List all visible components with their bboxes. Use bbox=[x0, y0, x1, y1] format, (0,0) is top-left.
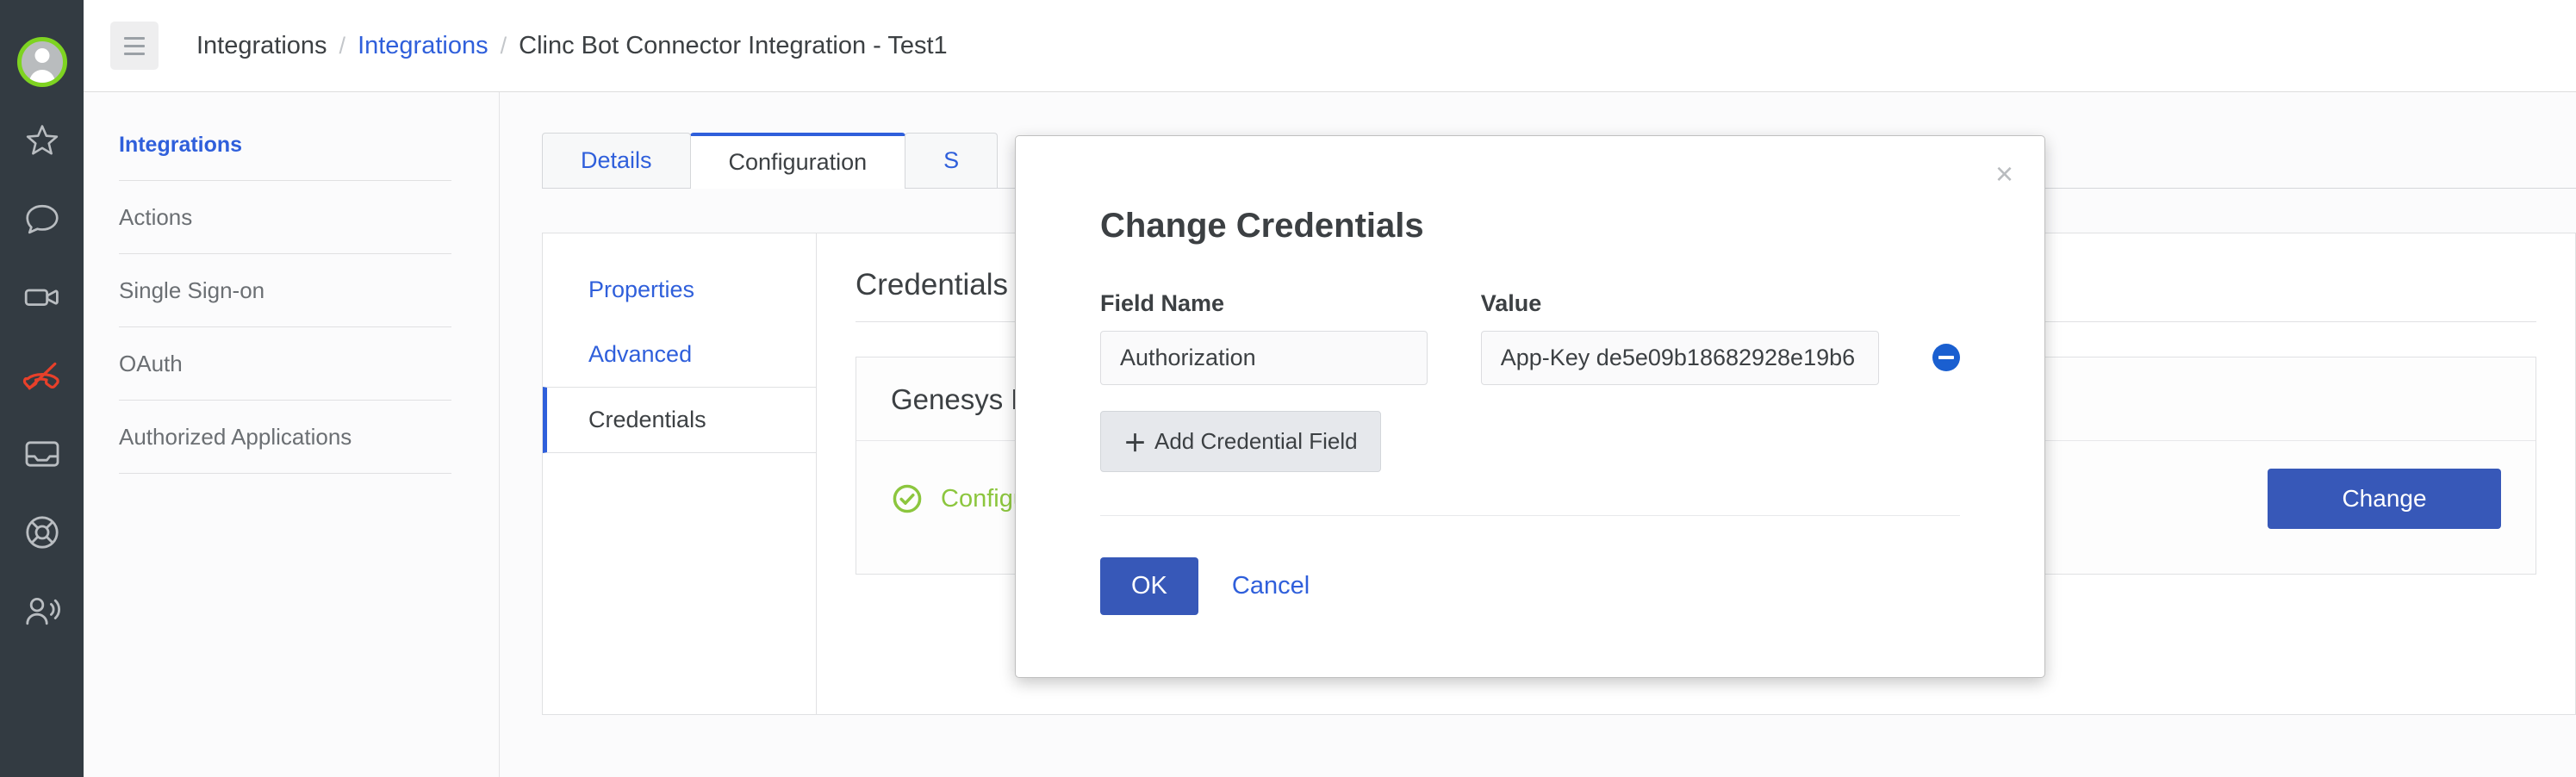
remove-circle-icon[interactable] bbox=[1932, 344, 1960, 371]
secondary-nav-heading: Integrations bbox=[119, 133, 451, 181]
rail-item-directory[interactable] bbox=[0, 571, 84, 650]
app-root: Integrations / Integrations / Clinc Bot … bbox=[0, 0, 2576, 777]
star-icon bbox=[26, 124, 58, 154]
plus-icon: ＋ bbox=[1123, 431, 1147, 457]
value-input[interactable] bbox=[1480, 331, 1879, 385]
secondary-nav: Integrations Actions Single Sign-on OAut… bbox=[84, 92, 500, 777]
inbox-icon bbox=[25, 440, 59, 467]
tab-setup[interactable]: S bbox=[905, 133, 999, 188]
add-credential-field-label: Add Credential Field bbox=[1154, 428, 1358, 454]
breadcrumb-separator: / bbox=[500, 32, 507, 59]
hamburger-icon[interactable] bbox=[110, 22, 159, 70]
value-label: Value bbox=[1480, 290, 1542, 316]
sidebar-item-single-sign-on[interactable]: Single Sign-on bbox=[119, 254, 451, 327]
breadcrumb: Integrations / Integrations / Clinc Bot … bbox=[196, 32, 948, 60]
primary-icon-rail bbox=[0, 0, 84, 777]
rail-item-support[interactable] bbox=[0, 493, 84, 571]
close-icon[interactable]: × bbox=[1995, 159, 2013, 190]
rail-item-end-call[interactable] bbox=[0, 336, 84, 414]
dialog-title: Change Credentials bbox=[1100, 207, 1424, 245]
sub-nav-item-properties[interactable]: Properties bbox=[543, 258, 816, 322]
field-name-label: Field Name bbox=[1100, 290, 1225, 316]
form-header-row: Field Name Value bbox=[1100, 290, 1960, 385]
field-name-column: Field Name bbox=[1100, 290, 1428, 385]
breadcrumb-separator: / bbox=[339, 32, 346, 59]
sidebar-item-actions[interactable]: Actions bbox=[119, 181, 451, 254]
breadcrumb-item-root[interactable]: Integrations bbox=[196, 32, 327, 60]
cancel-button[interactable]: Cancel bbox=[1232, 572, 1310, 600]
change-credentials-dialog: × Change Credentials Field Name Value ＋ … bbox=[1015, 135, 2045, 678]
video-camera-icon bbox=[24, 289, 59, 306]
add-credential-field-button[interactable]: ＋ Add Credential Field bbox=[1100, 411, 1381, 472]
top-bar: Integrations / Integrations / Clinc Bot … bbox=[84, 0, 2576, 92]
change-button[interactable]: Change bbox=[2268, 469, 2501, 529]
tab-details[interactable]: Details bbox=[542, 133, 691, 188]
field-name-input[interactable] bbox=[1100, 331, 1428, 385]
rail-item-video[interactable] bbox=[0, 258, 84, 336]
breadcrumb-item-current: Clinc Bot Connector Integration - Test1 bbox=[519, 31, 948, 59]
rail-item-chat[interactable] bbox=[0, 179, 84, 258]
value-column: Value bbox=[1480, 290, 1879, 385]
sidebar-item-authorized-applications[interactable]: Authorized Applications bbox=[119, 401, 451, 474]
dialog-body: Field Name Value ＋ Add Credential Field bbox=[1016, 246, 2044, 472]
user-avatar-icon[interactable] bbox=[16, 36, 67, 87]
tab-configuration[interactable]: Configuration bbox=[689, 133, 906, 189]
lifesaver-icon bbox=[25, 515, 59, 549]
ok-button[interactable]: OK bbox=[1100, 557, 1198, 615]
chat-bubble-icon bbox=[25, 204, 59, 233]
hamburger-line bbox=[124, 52, 145, 55]
check-circle-icon bbox=[893, 484, 922, 513]
rail-item-favorites[interactable] bbox=[0, 101, 84, 179]
sidebar-item-oauth[interactable]: OAuth bbox=[119, 327, 451, 401]
rail-item-inbox[interactable] bbox=[0, 414, 84, 493]
sub-nav-item-advanced[interactable]: Advanced bbox=[543, 322, 816, 387]
hamburger-line bbox=[124, 44, 145, 47]
panel-sub-nav: Properties Advanced Credentials bbox=[543, 233, 817, 714]
call-end-icon bbox=[22, 362, 59, 389]
rail-item-avatar[interactable] bbox=[0, 22, 84, 101]
hamburger-line bbox=[124, 36, 145, 40]
breadcrumb-item-integrations[interactable]: Integrations bbox=[358, 32, 488, 60]
sub-nav-item-credentials[interactable]: Credentials bbox=[543, 387, 816, 453]
person-broadcast-icon bbox=[25, 597, 60, 625]
dialog-footer: OK Cancel bbox=[1016, 516, 2044, 677]
